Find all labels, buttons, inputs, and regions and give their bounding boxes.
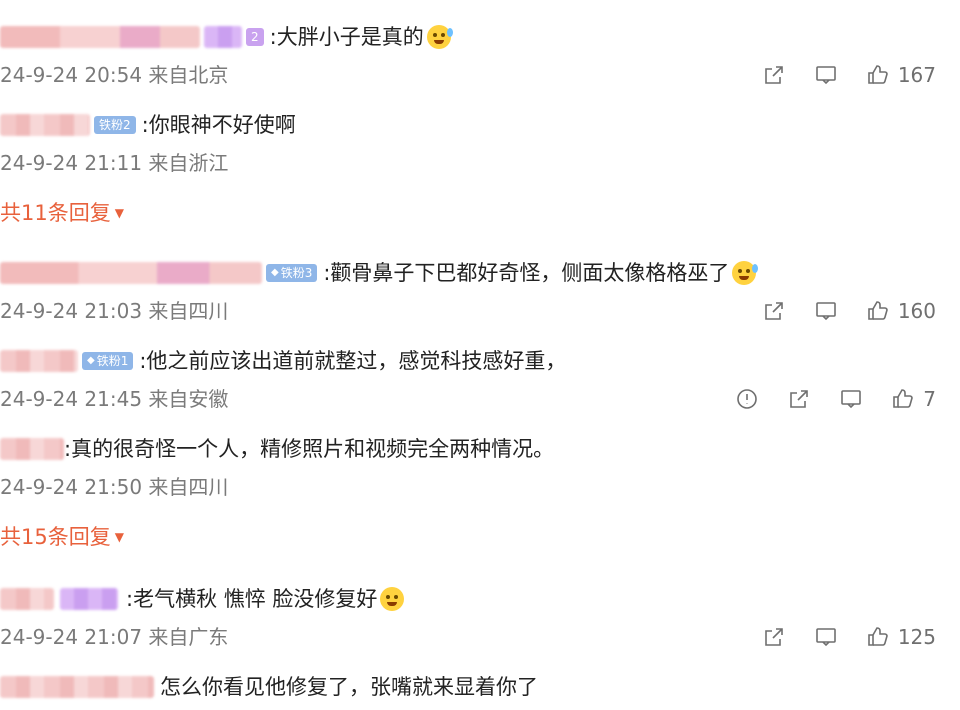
caret-down-icon: ▼ bbox=[114, 206, 124, 220]
comment-icon bbox=[816, 628, 836, 647]
comment-4-content: ◆ 铁粉1 :他之前应该出道前就整过，感觉科技感好重， bbox=[0, 346, 566, 376]
thumbs-up-icon bbox=[868, 301, 888, 320]
like-button[interactable]: 7 bbox=[891, 387, 936, 411]
comment-button[interactable] bbox=[814, 299, 838, 323]
fan-badge-label: 铁粉3 bbox=[280, 266, 313, 280]
share-button[interactable] bbox=[762, 625, 786, 649]
fan-badge: 铁粉2 bbox=[94, 116, 136, 134]
fan-badge: ◆ 铁粉3 bbox=[266, 264, 318, 282]
comment-4-actions: 7 bbox=[707, 384, 936, 414]
share-icon bbox=[765, 302, 783, 320]
username-blurred[interactable] bbox=[0, 114, 90, 136]
comment-button[interactable] bbox=[814, 625, 838, 649]
like-count: 167 bbox=[897, 63, 936, 87]
comment-4-meta: 24-9-24 21:45 来自安徽 bbox=[0, 387, 229, 411]
comment-6-content: :老气横秋 憔悴 脸没修复好 bbox=[0, 584, 405, 614]
like-button[interactable]: 125 bbox=[866, 625, 936, 649]
comment-5-meta: 24-9-24 21:50 来自四川 bbox=[0, 475, 229, 499]
share-button[interactable] bbox=[762, 63, 786, 87]
share-icon bbox=[765, 66, 783, 84]
comment-icon bbox=[816, 302, 836, 321]
comment-1-meta: 24-9-24 20:54 来自北京 bbox=[0, 63, 229, 87]
caret-down-icon: ▼ bbox=[114, 530, 124, 544]
share-icon bbox=[790, 390, 809, 408]
share-button[interactable] bbox=[787, 387, 811, 411]
doge-face-icon bbox=[380, 587, 405, 611]
more-replies-button[interactable]: 共15条回复 ▼ bbox=[0, 522, 124, 552]
username-blurred[interactable] bbox=[0, 350, 78, 372]
comment-text: :大胖小子是真的 bbox=[269, 25, 424, 49]
more-replies-label: 共15条回复 bbox=[0, 525, 111, 549]
comment-1-actions: 167 bbox=[734, 60, 936, 90]
comment-6-actions: 125 bbox=[734, 622, 936, 652]
more-replies-label: 共11条回复 bbox=[0, 201, 111, 225]
comment-text: :你眼神不好使啊 bbox=[141, 113, 296, 137]
username-blurred[interactable] bbox=[0, 676, 154, 698]
comment-icon bbox=[816, 66, 836, 85]
level-badge bbox=[204, 26, 242, 48]
comment-text: :老气横秋 憔悴 脸没修复好 bbox=[126, 587, 378, 611]
comment-1-content: 2 :大胖小子是真的 bbox=[0, 22, 453, 52]
username-blurred[interactable] bbox=[0, 438, 64, 460]
comment-6-meta: 24-9-24 21:07 来自广东 bbox=[0, 625, 229, 649]
sweat-face-icon bbox=[732, 261, 759, 285]
diamond-icon: ◆ bbox=[87, 355, 95, 366]
comment-7-content: 怎么你看见他修复了，张嘴就来显着你了 bbox=[0, 672, 538, 702]
username-blurred[interactable] bbox=[0, 26, 200, 48]
comment-text: :他之前应该出道前就整过，感觉科技感好重， bbox=[139, 349, 567, 373]
level-badge bbox=[60, 588, 118, 610]
username-blurred[interactable] bbox=[0, 588, 54, 610]
comment-text: :颧骨鼻子下巴都好奇怪，侧面太像格格巫了 bbox=[323, 261, 730, 285]
comment-3-meta: 24-9-24 21:03 来自四川 bbox=[0, 299, 229, 323]
comment-button[interactable] bbox=[839, 387, 863, 411]
comment-button[interactable] bbox=[814, 63, 838, 87]
more-replies-button[interactable]: 共11条回复 ▼ bbox=[0, 198, 124, 228]
fan-badge: 2 bbox=[246, 28, 264, 46]
diamond-icon: ◆ bbox=[271, 267, 279, 278]
exclamation-icon bbox=[737, 389, 758, 409]
report-button[interactable] bbox=[735, 387, 759, 411]
comment-icon bbox=[841, 390, 862, 409]
like-count: 125 bbox=[897, 625, 936, 649]
comment-2-content: 铁粉2 :你眼神不好使啊 bbox=[0, 110, 296, 140]
like-button[interactable]: 167 bbox=[866, 63, 936, 87]
thumbs-up-icon bbox=[868, 627, 888, 646]
crying-face-icon bbox=[426, 25, 453, 49]
share-icon bbox=[765, 628, 783, 646]
like-count: 160 bbox=[897, 299, 936, 323]
comment-5-content: :真的很奇怪一个人，精修照片和视频完全两种情况。 bbox=[0, 434, 554, 464]
like-button[interactable]: 160 bbox=[866, 299, 936, 323]
like-count: 7 bbox=[923, 387, 936, 411]
comment-text: :真的很奇怪一个人，精修照片和视频完全两种情况。 bbox=[64, 437, 555, 461]
username-blurred[interactable] bbox=[0, 262, 262, 284]
share-button[interactable] bbox=[762, 299, 786, 323]
thumbs-up-icon bbox=[868, 65, 888, 84]
comment-text: 怎么你看见他修复了，张嘴就来显着你了 bbox=[160, 675, 538, 699]
comment-3-content: ◆ 铁粉3 :颧骨鼻子下巴都好奇怪，侧面太像格格巫了 bbox=[0, 258, 759, 288]
fan-badge-label: 铁粉1 bbox=[96, 354, 129, 368]
thumbs-up-icon bbox=[893, 389, 914, 408]
comment-3-actions: 160 bbox=[734, 296, 936, 326]
fan-badge: ◆ 铁粉1 bbox=[82, 352, 134, 370]
comment-2-meta: 24-9-24 21:11 来自浙江 bbox=[0, 151, 229, 175]
